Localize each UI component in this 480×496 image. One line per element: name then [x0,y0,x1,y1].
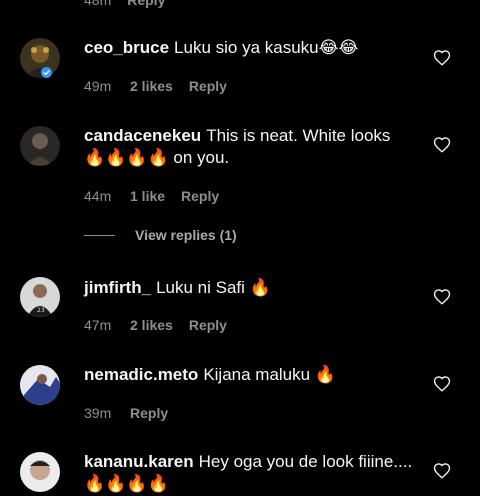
replies-divider [84,234,115,236]
heart-outline-icon[interactable] [433,49,451,67]
comment-time: 39m [84,405,112,421]
comment-time: 47m [84,317,112,333]
comment-text: ceo_bruce Luku sio ya kasuku😂😂 [84,37,414,59]
reply-button[interactable]: Reply [181,188,219,204]
comment-time: 44m [84,188,112,204]
likes-count[interactable]: 2 likes [130,317,173,333]
avatar[interactable] [20,452,60,492]
heart-outline-icon[interactable] [433,462,451,480]
likes-count[interactable]: 2 likes [130,78,173,94]
avatar[interactable]: 23 [20,277,60,317]
comment-username[interactable]: candacenekeu [84,126,201,145]
heart-outline-icon[interactable] [433,375,451,393]
comment-meta: 49m 2 likes Reply [84,78,227,94]
reply-button[interactable]: Reply [127,0,165,8]
comment-meta: 44m 1 like Reply [84,188,219,204]
comment-body: Luku ni Safi 🔥 [156,278,271,297]
avatar[interactable] [20,126,60,166]
comment-text: kananu.karen Hey oga you de look fiiine..… [84,451,414,495]
comment-username[interactable]: kananu.karen [84,452,194,471]
comment-text: candacenekeu This is neat. White looks 🔥🔥… [84,125,414,169]
heart-outline-icon[interactable] [433,136,451,154]
comment-body: Luku sio ya kasuku😂😂 [174,38,359,57]
comment-username[interactable]: jimfirth_ [84,278,151,297]
comment-text: jimfirth_ Luku ni Safi 🔥 [84,277,414,299]
svg-text:23: 23 [37,307,45,314]
previous-comment-meta: 48m Reply [84,0,165,8]
likes-count[interactable]: 1 like [130,188,165,204]
reply-button[interactable]: Reply [189,317,227,333]
view-replies-label: View replies (1) [135,227,237,243]
heart-outline-icon[interactable] [433,288,451,306]
comment-text: nemadic.meto Kijana maluku 🔥 [84,364,414,386]
avatar[interactable] [20,365,60,405]
comment-time: 48m [84,0,112,8]
comment-body: Kijana maluku 🔥 [203,365,336,384]
reply-button[interactable]: Reply [130,405,168,421]
verified-badge-icon [41,67,52,78]
comment-time: 49m [84,78,112,94]
comment-meta: 47m 2 likes Reply [84,317,227,333]
avatar[interactable] [20,38,60,78]
reply-button[interactable]: Reply [189,78,227,94]
comment-username[interactable]: ceo_bruce [84,38,169,57]
comment-username[interactable]: nemadic.meto [84,365,198,384]
comment-meta: 39m Reply [84,405,168,421]
view-replies-button[interactable]: View replies (1) [84,227,237,243]
